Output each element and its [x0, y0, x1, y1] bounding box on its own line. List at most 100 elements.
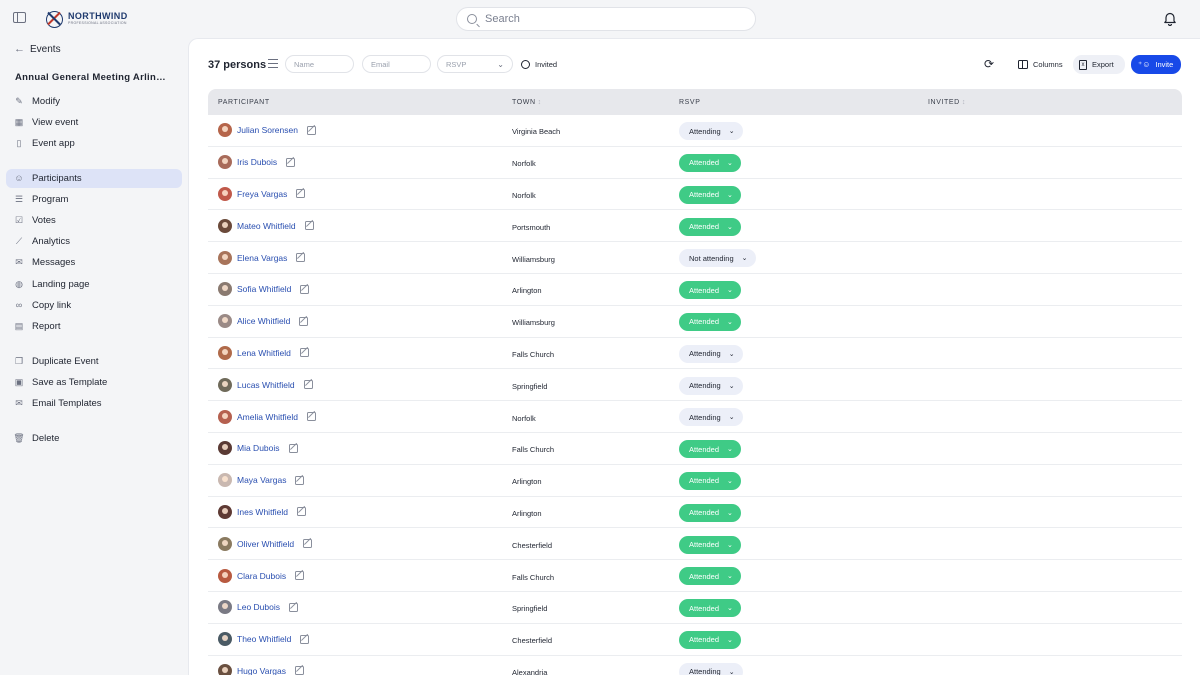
participant-name-link[interactable]: Amelia Whitfield [237, 412, 298, 422]
participant-name-link[interactable]: Hugo Vargas [237, 666, 286, 675]
participant-name-link[interactable]: Oliver Whitfield [237, 539, 294, 549]
sidebar-item-report[interactable]: ▤ Report [6, 317, 182, 336]
rsvp-status-dropdown[interactable]: Attended ⌄ [679, 567, 741, 586]
participant-name-link[interactable]: Julian Sorensen [237, 125, 298, 135]
edit-icon[interactable] [296, 253, 306, 263]
participant-name-link[interactable]: Lucas Whitfield [237, 380, 295, 390]
email-filter[interactable] [362, 55, 431, 73]
rsvp-status-dropdown[interactable]: Attending ⌄ [679, 376, 743, 395]
rsvp-status-dropdown[interactable]: Attended ⌄ [679, 630, 741, 649]
sidebar-item-label: Votes [32, 215, 56, 226]
edit-icon[interactable] [289, 602, 299, 612]
report-icon: ▤ [14, 321, 24, 331]
participant-name-link[interactable]: Mateo Whitfield [237, 221, 296, 231]
edit-icon[interactable] [294, 666, 304, 675]
sidebar-item-program[interactable]: ☰ Program [6, 190, 182, 209]
edit-icon[interactable] [297, 507, 307, 517]
sidebar-item-copy-link[interactable]: ∞ Copy link [6, 296, 182, 315]
header-town[interactable]: TOWN ↕ [502, 99, 669, 106]
sidebar-item-analytics[interactable]: ⟋ Analytics [6, 232, 182, 251]
table-row: Oliver Whitfield Chesterfield Attended ⌄ [208, 528, 1182, 561]
rsvp-status-dropdown[interactable]: Attended ⌄ [679, 153, 741, 172]
edit-icon[interactable] [303, 539, 313, 549]
invited-filter-radio[interactable]: Invited [521, 60, 557, 69]
participant-name-link[interactable]: Theo Whitfield [237, 634, 291, 644]
table-row: Lucas Whitfield Springfield Attending ⌄ [208, 369, 1182, 402]
rsvp-status-dropdown[interactable]: Attended ⌄ [679, 471, 741, 490]
bell-icon[interactable] [1163, 11, 1177, 26]
search-bar[interactable] [456, 7, 756, 31]
rsvp-status-dropdown[interactable]: Attending ⌄ [679, 122, 743, 141]
email-template-icon: ✉ [15, 398, 23, 408]
participant-name-link[interactable]: Maya Vargas [237, 475, 286, 485]
participant-cell: Ines Whitfield [208, 504, 502, 519]
refresh-icon[interactable]: ⟳ [984, 58, 996, 70]
participant-name-link[interactable]: Elena Vargas [237, 253, 287, 263]
sidebar-item-delete[interactable]: 🗑 Delete [6, 429, 182, 448]
rsvp-status-dropdown[interactable]: Attended ⌄ [679, 503, 741, 522]
participant-name-link[interactable]: Iris Dubois [237, 157, 277, 167]
participant-name-link[interactable]: Clara Dubois [237, 571, 286, 581]
edit-icon[interactable] [306, 125, 316, 135]
sidebar-item-event-app[interactable]: ▯ Event app [6, 134, 182, 153]
search-input[interactable] [485, 13, 735, 25]
sidebar-item-votes[interactable]: ☑ Votes [6, 211, 182, 230]
edit-icon[interactable] [296, 189, 306, 199]
participant-name-link[interactable]: Mia Dubois [237, 443, 280, 453]
header-participant[interactable]: PARTICIPANT [208, 99, 502, 106]
brand-logo[interactable]: NORTHWIND PROFESSIONAL ASSOCIATION [46, 9, 128, 29]
rsvp-status-dropdown[interactable]: Attended ⌄ [679, 312, 741, 331]
participant-name-link[interactable]: Sofia Whitfield [237, 284, 291, 294]
rsvp-status-dropdown[interactable]: Not attending ⌄ [679, 249, 756, 268]
rsvp-status-label: Attended [689, 540, 720, 549]
columns-button[interactable]: Columns [1013, 55, 1068, 74]
edit-icon[interactable] [288, 443, 298, 453]
rsvp-status-dropdown[interactable]: Attended ⌄ [679, 217, 741, 236]
rsvp-status-dropdown[interactable]: Attended ⌄ [679, 185, 741, 204]
edit-icon[interactable] [299, 316, 309, 326]
name-filter-input[interactable] [294, 59, 353, 69]
rsvp-filter-select[interactable]: RSVP ⌄ [437, 55, 513, 73]
sidebar-item-participants[interactable]: ☺ Participants [6, 169, 182, 188]
participant-name-link[interactable]: Lena Whitfield [237, 348, 291, 358]
edit-icon[interactable] [306, 412, 316, 422]
export-button[interactable]: x Export [1073, 55, 1125, 74]
edit-icon[interactable] [300, 284, 310, 294]
edit-icon[interactable] [295, 571, 305, 581]
participant-name-link[interactable]: Alice Whitfield [237, 316, 290, 326]
sidebar-item-messages[interactable]: ✉ Messages [6, 253, 182, 272]
name-filter[interactable] [285, 55, 354, 73]
filter-settings-icon[interactable] [268, 59, 278, 69]
edit-icon[interactable] [286, 157, 296, 167]
edit-icon[interactable] [295, 475, 305, 485]
email-filter-input[interactable] [371, 59, 430, 69]
sidebar-item-view-event[interactable]: ▦ View event [6, 113, 182, 132]
edit-icon[interactable] [300, 634, 310, 644]
header-rsvp[interactable]: RSVP [669, 99, 918, 106]
table-row: Julian Sorensen Virginia Beach Attending ⌄ [208, 115, 1182, 147]
avatar [218, 282, 232, 297]
rsvp-status-dropdown[interactable]: Attending ⌄ [679, 662, 743, 675]
sidebar-item-save-as-template[interactable]: ▣ Save as Template [6, 373, 182, 392]
sidebar-item-email-templates[interactable]: ✉ Email Templates [6, 394, 182, 413]
edit-icon[interactable] [299, 348, 309, 358]
rsvp-status-dropdown[interactable]: Attending ⌄ [679, 408, 743, 427]
rsvp-status-dropdown[interactable]: Attending ⌄ [679, 344, 743, 363]
sidebar-item-modify[interactable]: ✎ Modify [6, 92, 182, 111]
town-text: Virginia Beach [512, 127, 561, 137]
back-to-events[interactable]: ← Events [14, 43, 61, 55]
rsvp-status-dropdown[interactable]: Attended ⌄ [679, 281, 741, 300]
sidebar-item-landing-page[interactable]: ◍ Landing page [6, 275, 182, 294]
rsvp-status-dropdown[interactable]: Attended ⌄ [679, 440, 741, 459]
participant-name-link[interactable]: Leo Dubois [237, 602, 280, 612]
header-invited[interactable]: INVITED ↕ [918, 99, 966, 106]
rsvp-status-dropdown[interactable]: Attended ⌄ [679, 599, 741, 618]
sidebar-toggle-icon[interactable] [13, 12, 26, 23]
sidebar-item-duplicate-event[interactable]: ❐ Duplicate Event [6, 352, 182, 371]
edit-icon[interactable] [304, 221, 314, 231]
participant-name-link[interactable]: Ines Whitfield [237, 507, 288, 517]
invite-button[interactable]: ⁺☺ Invite [1131, 55, 1181, 74]
participant-name-link[interactable]: Freya Vargas [237, 189, 287, 199]
rsvp-status-dropdown[interactable]: Attended ⌄ [679, 535, 741, 554]
edit-icon[interactable] [303, 380, 313, 390]
